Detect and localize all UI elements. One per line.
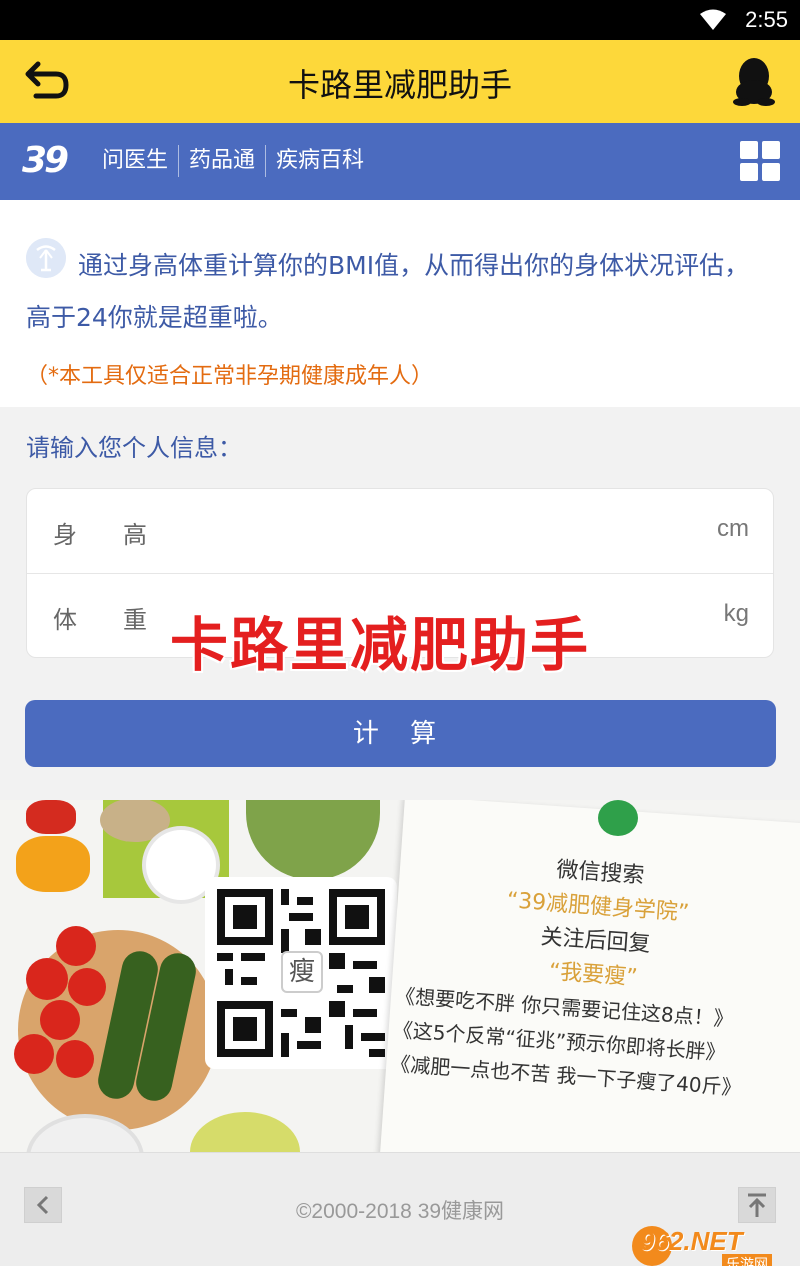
badge-main-text: 962.NET — [640, 1226, 743, 1256]
weight-unit: kg — [723, 600, 749, 627]
height-input[interactable] — [187, 507, 687, 555]
disclaimer-note: （*本工具仅适合正常非孕期健康成年人） — [26, 364, 434, 389]
promo-text: 微信搜索 “39减肥健身学院” 关注后回复 “我要瘦” 《想要吃不胖 你只需要记… — [375, 842, 800, 1109]
yellow-pepper — [16, 836, 90, 892]
height-unit: cm — [717, 515, 749, 542]
tomato — [56, 1040, 94, 1078]
nav-link-ask-doctor[interactable]: 问医生 — [92, 145, 180, 177]
scroll-top-button[interactable] — [738, 1187, 776, 1223]
qr-center-char: 瘦 — [281, 951, 323, 993]
calculate-button[interactable]: 计 算 — [25, 700, 776, 767]
page-title: 卡路里减肥助手 — [287, 66, 512, 104]
nav-bar: 39 问医生 药品通 疾病百科 — [0, 123, 800, 200]
wifi-icon — [700, 9, 726, 30]
nav-links: 问医生 药品通 疾病百科 — [92, 145, 374, 177]
qr-code[interactable]: 瘦 — [205, 877, 397, 1069]
bottom-strip — [0, 1266, 800, 1280]
tomato — [68, 968, 106, 1006]
pin-icon — [598, 800, 638, 836]
height-row: 身高 cm — [27, 489, 773, 574]
tomato — [56, 926, 96, 966]
red-pepper — [26, 800, 76, 834]
tomato — [14, 1034, 54, 1074]
copyright-text: ©2000-2018 39健康网 — [295, 1200, 505, 1223]
qq-penguin-icon[interactable] — [732, 56, 776, 106]
site-logo[interactable]: 39 — [22, 141, 72, 181]
status-bar: 2:55 — [0, 0, 800, 40]
tomato — [40, 1000, 80, 1040]
nav-link-drugs[interactable]: 药品通 — [179, 145, 267, 177]
grid-menu-icon[interactable] — [740, 141, 780, 181]
intro-section: 通过身高体重计算你的BMI值，从而得出你的身体状况评估，高于24你就是超重啦。 … — [0, 200, 800, 407]
title-bar: 卡路里减肥助手 — [0, 40, 800, 123]
bmi-description: 通过身高体重计算你的BMI值，从而得出你的身体状况评估，高于24你就是超重啦。 — [26, 251, 750, 332]
nav-link-diseases[interactable]: 疾病百科 — [266, 145, 374, 177]
watermark-overlay: 卡路里减肥助手 — [170, 611, 591, 679]
tomato — [26, 958, 68, 1000]
form-label: 请输入您个人信息： — [26, 434, 242, 462]
arrow-up-icon — [748, 1193, 766, 1217]
status-time: 2:55 — [745, 7, 788, 32]
bottom-bowl — [190, 1112, 300, 1152]
salad-bowl — [246, 800, 380, 880]
height-label: 身高 — [53, 521, 193, 549]
